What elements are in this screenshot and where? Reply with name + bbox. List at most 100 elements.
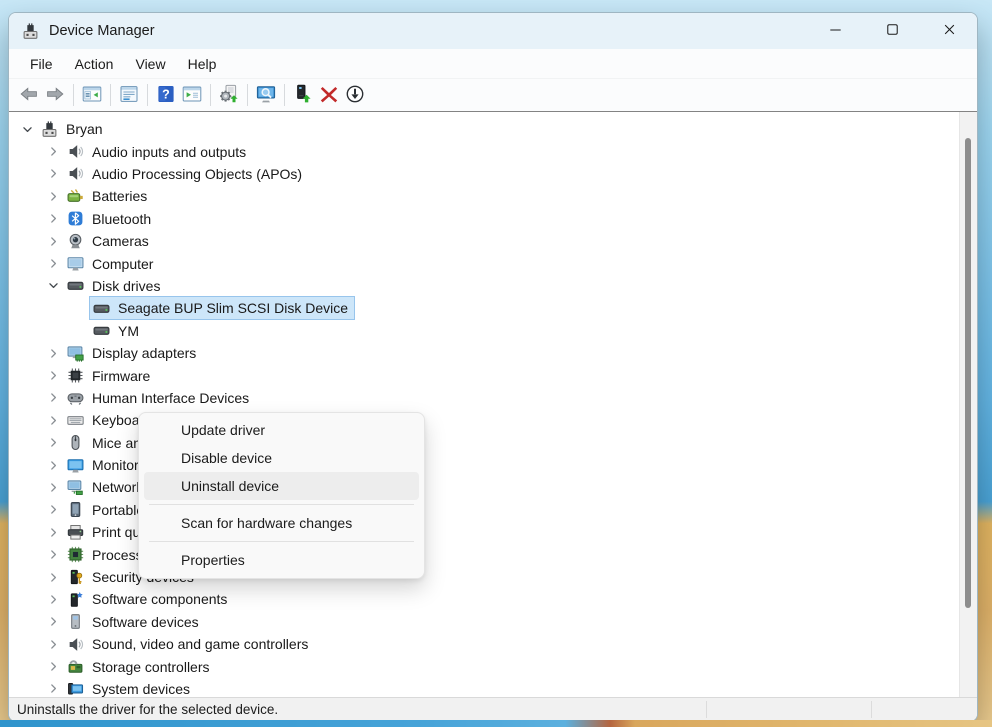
tree-item-software-devices[interactable]: Software devices bbox=[9, 611, 959, 633]
tree-item-ym-disk[interactable]: YM bbox=[9, 320, 959, 342]
tree-item-bryan[interactable]: Bryan bbox=[9, 118, 959, 140]
action-pane-icon bbox=[182, 84, 202, 107]
console-tree-button[interactable] bbox=[79, 82, 105, 108]
chevron-collapsed-icon[interactable] bbox=[43, 188, 63, 204]
disable-icon bbox=[345, 84, 365, 107]
maximize-button[interactable] bbox=[869, 13, 915, 49]
help-button[interactable]: ? bbox=[153, 82, 179, 108]
chevron-placeholder bbox=[69, 300, 89, 316]
chevron-collapsed-icon[interactable] bbox=[43, 681, 63, 697]
tree-item-computer[interactable]: Computer bbox=[9, 252, 959, 274]
tree-item-human-interface-devices[interactable]: Human Interface Devices bbox=[9, 387, 959, 409]
tree-item-batteries[interactable]: Batteries bbox=[9, 185, 959, 207]
chevron-collapsed-icon[interactable] bbox=[43, 166, 63, 182]
chevron-collapsed-icon[interactable] bbox=[43, 457, 63, 473]
device-manager-app-icon bbox=[22, 23, 39, 40]
scrollbar-thumb[interactable] bbox=[965, 138, 971, 608]
chevron-expanded-icon[interactable] bbox=[43, 278, 63, 294]
menu-file[interactable]: File bbox=[19, 49, 64, 78]
chevron-collapsed-icon[interactable] bbox=[43, 144, 63, 160]
chevron-expanded-icon[interactable] bbox=[17, 121, 37, 137]
tree-item-seagate-disk[interactable]: Seagate BUP Slim SCSI Disk Device bbox=[9, 297, 959, 319]
chevron-collapsed-icon[interactable] bbox=[43, 591, 63, 607]
vertical-scrollbar[interactable] bbox=[959, 112, 977, 697]
battery-icon bbox=[67, 188, 84, 205]
minimize-button[interactable] bbox=[812, 13, 858, 49]
desktop-wallpaper: Device Manager FileActionViewHelp ? Bry bbox=[0, 0, 992, 727]
scan-hardware-changes-button[interactable] bbox=[253, 82, 279, 108]
tree-item-sound-controllers[interactable]: Sound, video and game controllers bbox=[9, 633, 959, 655]
disk-icon bbox=[93, 322, 110, 339]
disable-device-button[interactable] bbox=[342, 82, 368, 108]
close-button[interactable] bbox=[926, 13, 972, 49]
tree-item-audio-inputs[interactable]: Audio inputs and outputs bbox=[9, 140, 959, 162]
display-icon bbox=[67, 345, 84, 362]
device-tree: Bryan Audio inputs and outputs Audio Pro… bbox=[9, 112, 959, 697]
camera-icon bbox=[67, 233, 84, 250]
back-button[interactable] bbox=[16, 82, 42, 108]
computer-icon bbox=[67, 255, 84, 272]
context-menu-item-update-driver[interactable]: Update driver bbox=[139, 416, 424, 444]
speaker-icon bbox=[67, 143, 84, 160]
chevron-collapsed-icon[interactable] bbox=[43, 547, 63, 563]
forward-button[interactable] bbox=[42, 82, 68, 108]
svg-text:?: ? bbox=[162, 87, 170, 101]
device-update-icon bbox=[293, 84, 313, 107]
chevron-collapsed-icon[interactable] bbox=[43, 636, 63, 652]
tree-item-software-components[interactable]: Software components bbox=[9, 588, 959, 610]
menu-help[interactable]: Help bbox=[177, 49, 228, 78]
separator bbox=[147, 84, 148, 106]
context-menu-item-disable-device[interactable]: Disable device bbox=[139, 444, 424, 472]
tree-item-storage-controllers[interactable]: Storage controllers bbox=[9, 655, 959, 677]
storage-icon bbox=[67, 658, 84, 675]
chevron-collapsed-icon[interactable] bbox=[43, 256, 63, 272]
chevron-collapsed-icon[interactable] bbox=[43, 479, 63, 495]
console-tree-icon bbox=[82, 84, 102, 107]
system-icon bbox=[67, 680, 84, 697]
chevron-collapsed-icon[interactable] bbox=[43, 614, 63, 630]
chevron-collapsed-icon[interactable] bbox=[43, 211, 63, 227]
status-bar: Uninstalls the driver for the selected d… bbox=[9, 697, 977, 721]
window-controls bbox=[801, 13, 977, 49]
chevron-collapsed-icon[interactable] bbox=[43, 569, 63, 585]
speaker-icon bbox=[67, 165, 84, 182]
back-icon bbox=[19, 84, 39, 107]
scan-hardware-icon bbox=[256, 84, 276, 107]
tree-item-system-devices[interactable]: System devices bbox=[9, 678, 959, 697]
network-icon bbox=[67, 479, 84, 496]
update-driver-button[interactable] bbox=[216, 82, 242, 108]
update-driver-icon bbox=[219, 84, 239, 107]
menu-action[interactable]: Action bbox=[64, 49, 125, 78]
chevron-collapsed-icon[interactable] bbox=[43, 367, 63, 383]
tree-item-audio-processing-objects[interactable]: Audio Processing Objects (APOs) bbox=[9, 163, 959, 185]
uninstall-device-button[interactable] bbox=[316, 82, 342, 108]
tree-item-firmware[interactable]: Firmware bbox=[9, 364, 959, 386]
chevron-collapsed-icon[interactable] bbox=[43, 233, 63, 249]
chevron-collapsed-icon[interactable] bbox=[43, 412, 63, 428]
hardware-icon bbox=[41, 121, 58, 138]
context-menu-item-properties[interactable]: Properties bbox=[139, 546, 424, 574]
separator bbox=[284, 84, 285, 106]
chevron-collapsed-icon[interactable] bbox=[43, 390, 63, 406]
mouse-icon bbox=[67, 434, 84, 451]
chevron-placeholder bbox=[69, 323, 89, 339]
context-menu-item-scan-hardware-changes[interactable]: Scan for hardware changes bbox=[139, 509, 424, 537]
chevron-collapsed-icon[interactable] bbox=[43, 659, 63, 675]
device-update-button[interactable] bbox=[290, 82, 316, 108]
minimize-icon bbox=[827, 21, 844, 41]
software-devices-icon bbox=[67, 613, 84, 630]
chevron-collapsed-icon[interactable] bbox=[43, 502, 63, 518]
context-menu: Update driverDisable deviceUninstall dev… bbox=[138, 412, 425, 579]
tree-item-display-adapters[interactable]: Display adapters bbox=[9, 342, 959, 364]
menu-view[interactable]: View bbox=[124, 49, 176, 78]
tree-item-cameras[interactable]: Cameras bbox=[9, 230, 959, 252]
chevron-collapsed-icon[interactable] bbox=[43, 345, 63, 361]
status-text: Uninstalls the driver for the selected d… bbox=[17, 702, 278, 717]
tree-item-bluetooth[interactable]: Bluetooth bbox=[9, 208, 959, 230]
chevron-collapsed-icon[interactable] bbox=[43, 435, 63, 451]
action-pane-button[interactable] bbox=[179, 82, 205, 108]
tree-item-disk-drives[interactable]: Disk drives bbox=[9, 275, 959, 297]
chevron-collapsed-icon[interactable] bbox=[43, 524, 63, 540]
properties-button[interactable] bbox=[116, 82, 142, 108]
context-menu-item-uninstall-device[interactable]: Uninstall device bbox=[144, 472, 419, 500]
